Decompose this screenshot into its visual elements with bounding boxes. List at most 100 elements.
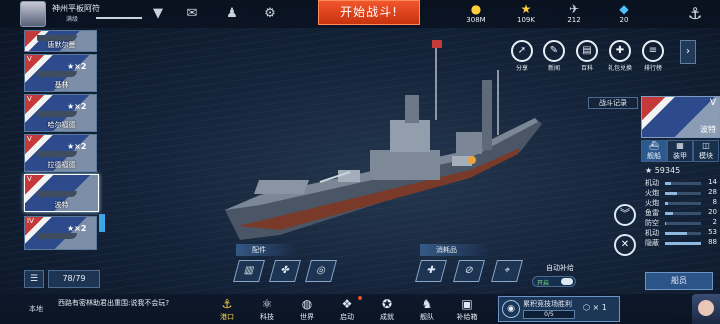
settings-icon[interactable]: ⚙: [262, 6, 278, 22]
crew-button[interactable]: 船员: [645, 272, 713, 290]
tab-modules[interactable]: ◫ 模块: [693, 140, 719, 162]
nav-launch[interactable]: ❖ 启动: [332, 296, 362, 324]
ship-card[interactable]: 唐默尔曼: [24, 30, 97, 52]
chevron-badge-icon[interactable]: ︾: [614, 204, 636, 226]
stat-bar: [665, 202, 701, 205]
ship-hull: [37, 151, 77, 157]
news-icon: ✎: [543, 40, 565, 62]
ship-card[interactable]: V ★×2 哈尔福德: [24, 94, 97, 132]
ship-tabs: ⛴ 舰船 ▦ 装甲 ◫ 模块: [641, 140, 720, 162]
achievement-icon: ✪: [381, 297, 393, 311]
secretary-avatar[interactable]: [692, 294, 720, 324]
quest-panel[interactable]: ◉ 累积竞技场胜利 0/5 ⬡ × 1: [498, 296, 620, 322]
tech-icon: ⚛: [261, 297, 273, 311]
nav-tech[interactable]: ⚛ 科技: [252, 296, 282, 324]
start-battle-button[interactable]: 开始战斗!: [318, 0, 420, 25]
stat-label: 火炮: [645, 199, 659, 207]
stat-value: 28: [708, 188, 717, 196]
stat-bar: [665, 222, 701, 225]
list-scrollbar[interactable]: [99, 214, 105, 232]
auto-refill-toggle[interactable]: 开启: [532, 276, 576, 287]
battle-log-button[interactable]: 战斗记录: [588, 97, 638, 109]
friends-icon[interactable]: ♟: [224, 6, 240, 22]
quest-icon: ◉: [502, 300, 520, 318]
ship-card[interactable]: V ★×2 基林: [24, 54, 97, 92]
stat-label: 鱼雷: [645, 209, 659, 217]
auto-refill-label: 自动补给: [546, 264, 574, 272]
nav-fleet[interactable]: ♞ 舰队: [412, 296, 442, 324]
stat-value: 53: [708, 228, 717, 236]
ship-card[interactable]: IV ★×2: [24, 216, 97, 250]
wiki-button[interactable]: ▤ 百科: [574, 40, 600, 72]
gem-icon: ◆: [619, 2, 629, 16]
stat-bar-fill: [665, 192, 677, 195]
stat-row: 机动 53: [643, 228, 719, 238]
port-icon: ⚓: [221, 297, 233, 311]
quest-progress: 0/5: [523, 310, 575, 319]
book-icon: ▤: [576, 40, 598, 62]
ship-stats: 机动 14 火炮 28 火炮 8 鱼雷 20 防空 2 机动 53 隐蔽 88: [643, 178, 719, 248]
player-name: 神州平板阿符: [52, 4, 100, 13]
chat-message[interactable]: 西路有密林助君出重围:说我不会玩?: [58, 298, 198, 320]
ship-hull: [37, 233, 77, 239]
stat-label: 机动: [645, 229, 659, 237]
module-icon: ◫: [702, 141, 710, 150]
stat-label: 火炮: [645, 189, 659, 197]
stat-bar-fill: [665, 182, 671, 185]
tab-ship[interactable]: ⛴ 舰船: [641, 140, 667, 162]
repair-icon[interactable]: ✕: [614, 234, 636, 256]
stat-row: 机动 14: [643, 178, 719, 188]
stat-bar: [665, 212, 701, 215]
nav-world[interactable]: ◍ 世界: [292, 296, 322, 324]
coin-icon: ●: [470, 2, 482, 16]
nav-port[interactable]: ⚓ 港口: [212, 296, 242, 324]
ship-card-selected[interactable]: V 波特: [24, 174, 99, 212]
stat-bar: [665, 232, 701, 235]
chevron-right-icon[interactable]: ›: [680, 40, 696, 64]
ship-hull: [37, 191, 77, 197]
tab-armor[interactable]: ▦ 装甲: [667, 140, 693, 162]
nav-achievement[interactable]: ✪ 成就: [372, 296, 402, 324]
ship-hull: [37, 111, 77, 117]
player-avatar[interactable]: [20, 1, 46, 27]
stat-bar-fill: [665, 242, 701, 245]
stat-bar-fill: [665, 222, 667, 225]
combat-power: ★ 59345: [645, 166, 681, 175]
coin-resource[interactable]: ● 308M: [456, 2, 496, 26]
stat-bar-fill: [665, 232, 687, 235]
stat-row: 防空 2: [643, 218, 719, 228]
share-button[interactable]: ➚ 分享: [509, 40, 535, 72]
redeem-button[interactable]: ✚ 礼包兑换: [607, 40, 633, 72]
ship-hull: [37, 71, 77, 77]
nav-supply-box[interactable]: ▣ 补给箱: [452, 296, 482, 324]
stat-label: 防空: [645, 219, 659, 227]
list-menu-icon[interactable]: ☰: [24, 270, 44, 288]
anchor-icon[interactable]: ⚓: [688, 4, 702, 23]
stat-row: 隐蔽 88: [643, 238, 719, 248]
ship-model[interactable]: [220, 40, 550, 250]
stat-value: 14: [708, 178, 717, 186]
mail-icon[interactable]: ✉: [184, 6, 200, 22]
selected-ship-card[interactable]: V 波特: [641, 96, 720, 138]
face: [698, 300, 714, 316]
ship-card[interactable]: V ★×2 拉德福德: [24, 134, 97, 172]
stat-row: 鱼雷 20: [643, 208, 719, 218]
stat-label: 隐蔽: [645, 239, 659, 247]
ship-list[interactable]: 唐默尔曼 V ★×2 基林 V ★×2 哈尔福德 V ★×2 拉德福德 V 波特…: [24, 30, 99, 266]
stat-bar: [665, 242, 701, 245]
star-resource[interactable]: ★ 109K: [506, 2, 546, 26]
satellite-icon: ✈: [568, 2, 580, 16]
ship-info-panel: V 波特 ⛴ 舰船 ▦ 装甲 ◫ 模块 ★ 59345 机动 14 火炮 28 火炮 8 鱼…: [641, 96, 720, 272]
stat-bar: [665, 192, 701, 195]
satellite-resource[interactable]: ✈ 212: [554, 2, 594, 26]
rank-badge-icon[interactable]: ▼: [150, 6, 166, 22]
ship-count: 78/79: [48, 270, 100, 288]
gem-resource[interactable]: ◆ 20: [604, 2, 644, 26]
stat-value: 2: [712, 218, 717, 226]
globe-icon: ◍: [301, 297, 313, 311]
star-icon: ★: [645, 166, 655, 175]
fleet-icon: ♞: [421, 297, 433, 311]
ranking-button[interactable]: ≡ 排行榜: [640, 40, 666, 72]
news-button[interactable]: ✎ 新闻: [541, 40, 567, 72]
chat-channel-button[interactable]: 本地: [24, 302, 48, 316]
